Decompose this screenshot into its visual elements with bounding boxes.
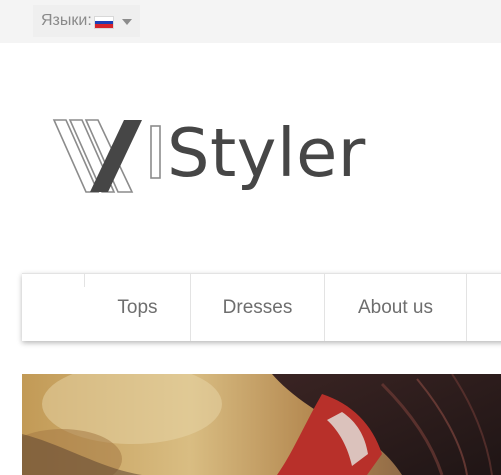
top-bar: Языки: [0,0,501,43]
nav-item-about-us[interactable]: About us [325,274,467,341]
page: Языки: Styler Tops Dresses About us [0,0,501,475]
site-logo[interactable]: Styler [52,112,382,200]
caret-down-icon[interactable] [121,19,132,25]
logo-text: Styler [167,114,366,192]
main-nav: Tops Dresses About us [22,273,501,341]
language-selector[interactable]: Языки: [33,5,140,37]
fashion-model-photo [22,374,501,475]
nav-item-dresses[interactable]: Dresses [191,274,325,341]
nav-item-tops[interactable]: Tops [85,274,191,341]
hero-image [22,374,501,475]
styler-w-logo-icon [52,119,161,193]
language-label: Языки: [41,12,92,29]
ru-flag-icon [93,16,114,29]
